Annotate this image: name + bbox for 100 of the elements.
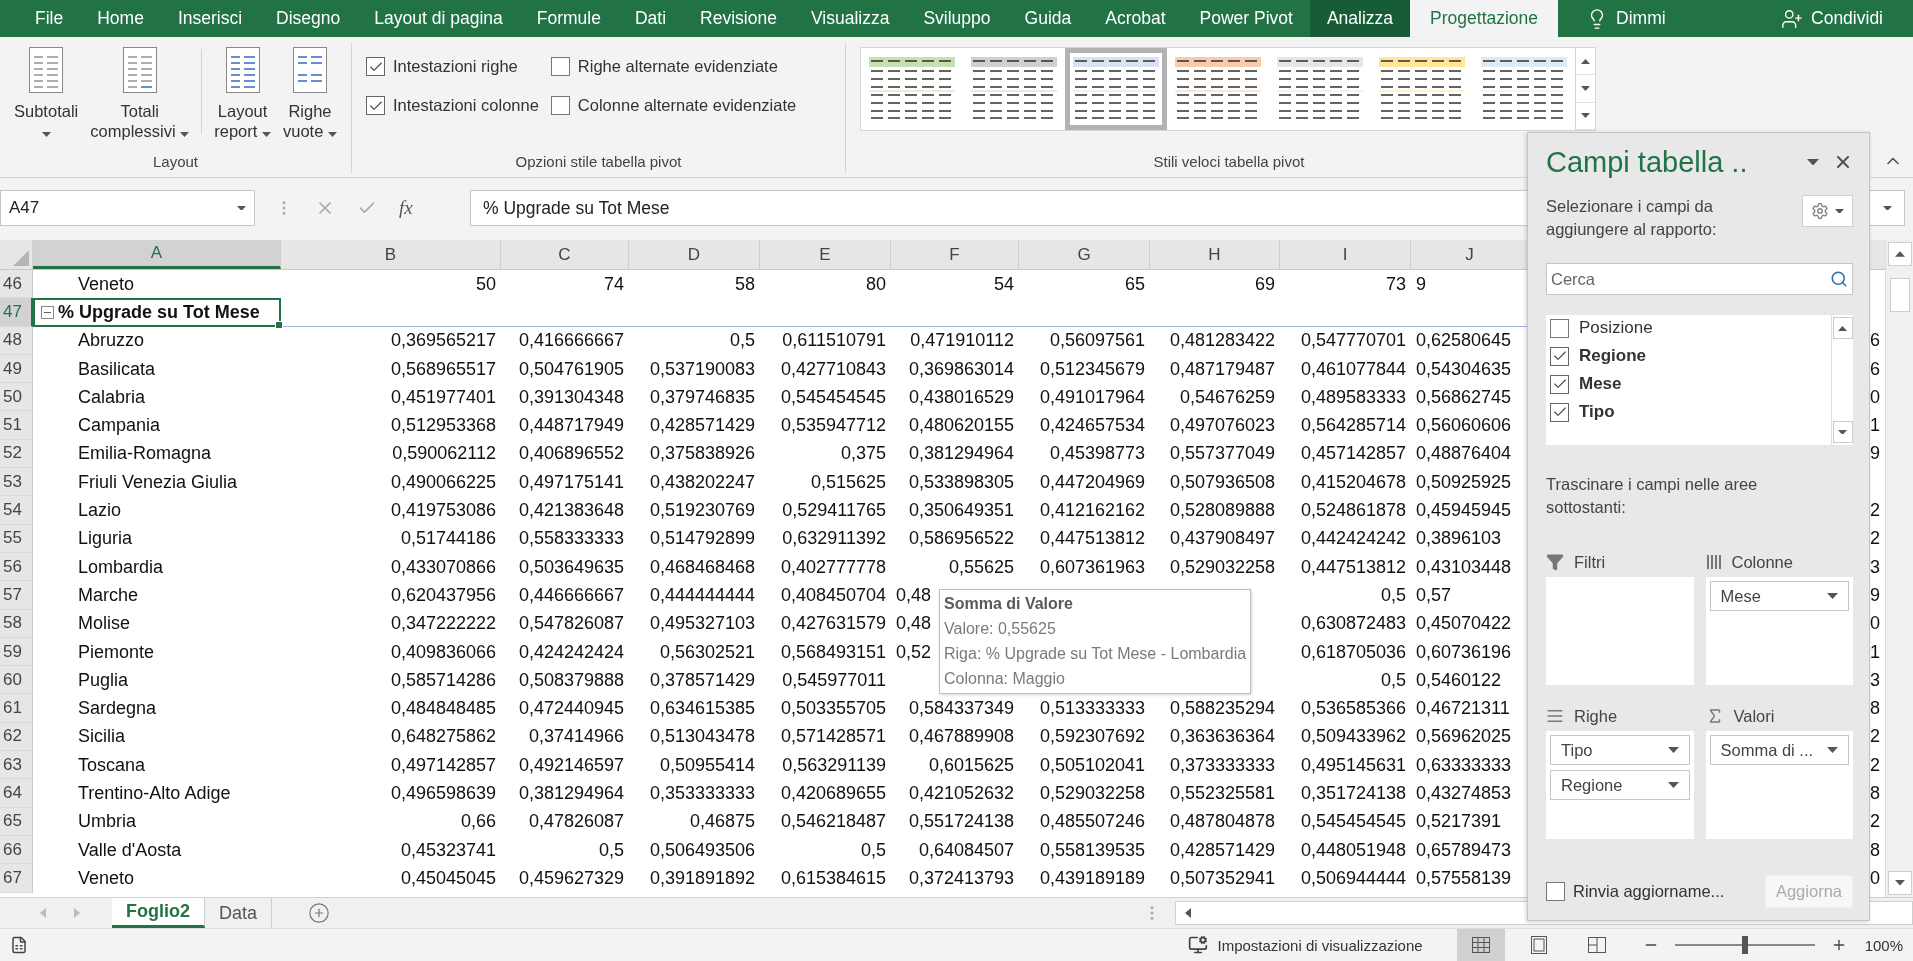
scroll-up-button[interactable]: [1832, 317, 1853, 339]
style-thumbnail[interactable]: [1065, 48, 1167, 130]
scroll-thumb[interactable]: [1889, 278, 1910, 312]
scroll-down-button[interactable]: [1832, 421, 1853, 443]
insert-function-button[interactable]: fx: [399, 197, 413, 219]
share-button[interactable]: Condividi: [1764, 0, 1913, 37]
row-number[interactable]: 66: [0, 835, 33, 865]
field-chip[interactable]: Regione: [1550, 770, 1690, 800]
ribbon-tab[interactable]: Guida: [1007, 0, 1089, 37]
table-cell-text: 0,512953368: [389, 414, 497, 438]
row-number[interactable]: 59: [0, 637, 33, 667]
checkbox[interactable]: [550, 96, 570, 115]
table-cell-text: 0,5: [728, 329, 756, 353]
ribbon-tab[interactable]: Sviluppo: [906, 0, 1008, 37]
table-cell-text: 0,648275862: [389, 725, 497, 749]
display-settings-link[interactable]: Impostazioni di visualizzazione: [1217, 936, 1423, 954]
table-cell-text: 0,408450704: [779, 583, 887, 607]
ribbon-tab[interactable]: Inserisci: [160, 0, 260, 37]
zoom-level[interactable]: 100%: [1864, 936, 1903, 954]
zoom-thumb[interactable]: [1741, 936, 1748, 954]
row-number[interactable]: 55: [0, 524, 33, 553]
row-number[interactable]: 52: [0, 439, 33, 469]
checkbox[interactable]: [366, 57, 385, 76]
field-chip[interactable]: Tipo: [1550, 735, 1690, 765]
display-settings-icon[interactable]: [1187, 935, 1208, 955]
caret-icon: [1667, 781, 1679, 788]
checkbox[interactable]: [1550, 346, 1569, 366]
ribbon-button[interactable]: Subtotali: [10, 43, 83, 141]
scroll-up-button[interactable]: [1887, 242, 1912, 266]
collapse-icon[interactable]: [41, 305, 54, 319]
row-number[interactable]: 51: [0, 411, 33, 440]
table-cell-text: 0,568965517: [389, 357, 497, 381]
table-cell-text: 0,54676259: [1178, 385, 1276, 409]
field-chip[interactable]: Somma di ...: [1709, 735, 1849, 765]
ribbon-tab[interactable]: Home: [80, 0, 161, 37]
field-chip[interactable]: Mese: [1709, 581, 1849, 611]
ribbon-tab[interactable]: Progettazione: [1410, 0, 1559, 37]
drop-area[interactable]: Mese: [1705, 577, 1853, 685]
name-box[interactable]: A47: [0, 190, 255, 226]
row-number[interactable]: 54: [0, 496, 33, 525]
table-cell-text: 0,533898305: [907, 470, 1015, 494]
sheet-tab[interactable]: Foglio2: [112, 898, 205, 928]
drop-area[interactable]: Somma di ...: [1705, 731, 1853, 839]
ribbon-button[interactable]: Totali complessivi: [86, 43, 194, 141]
ribbon-tab[interactable]: Acrobat: [1088, 0, 1183, 37]
row-number[interactable]: 47: [0, 298, 33, 327]
checkbox[interactable]: [1546, 882, 1565, 901]
row-number[interactable]: 58: [0, 609, 33, 638]
scroll-down-button[interactable]: [1887, 871, 1912, 895]
instruction-text: Trascinare i campi nelle aree sottostanti:: [1546, 474, 1759, 518]
table-cell-text: 0,495145631: [1299, 753, 1407, 777]
row-number[interactable]: 65: [0, 807, 33, 836]
checkbox[interactable]: [1550, 318, 1569, 338]
row-number[interactable]: 53: [0, 468, 33, 497]
table-style-icon: [1277, 57, 1363, 121]
ribbon-tab[interactable]: Formule: [519, 0, 618, 37]
ribbon-tab[interactable]: File: [18, 0, 81, 37]
drop-area[interactable]: Tipo Regione: [1546, 731, 1694, 839]
column-header[interactable]: A: [33, 240, 281, 269]
ribbon-tab[interactable]: Power Pivot: [1182, 0, 1310, 37]
ribbon-tab[interactable]: Visualizza: [793, 0, 907, 37]
row-number[interactable]: 63: [0, 751, 33, 780]
table-cell-text: 0,409836066: [389, 640, 497, 664]
row-number[interactable]: 57: [0, 581, 33, 610]
checkbox[interactable]: [550, 57, 570, 76]
ribbon-button[interactable]: Righe vuote: [279, 43, 341, 141]
view-button[interactable]: [1456, 929, 1505, 961]
row-number[interactable]: 61: [0, 694, 33, 723]
row-number[interactable]: 49: [0, 354, 33, 384]
ribbon-button[interactable]: Layout report: [210, 43, 275, 141]
row-label: Valle d'Aosta: [77, 838, 183, 862]
ribbon-tab[interactable]: Disegno: [259, 0, 358, 37]
table-cell-text: 0,484848485: [389, 697, 497, 721]
tell-me-button[interactable]: Dimmi: [1558, 0, 1683, 37]
checkbox[interactable]: [366, 96, 385, 115]
table-cell-text: 0,444444444: [648, 583, 756, 607]
row-number[interactable]: 56: [0, 552, 33, 582]
settings-button[interactable]: [1802, 195, 1853, 227]
table-cell-text: 0,52: [895, 640, 933, 664]
ribbon-tab[interactable]: Layout di pagina: [357, 0, 520, 37]
table-cell-text: 0,65789473: [1415, 838, 1513, 862]
row-number[interactable]: 50: [0, 383, 33, 412]
row-number[interactable]: 67: [0, 864, 33, 893]
row-number[interactable]: 62: [0, 722, 33, 752]
row-number[interactable]: 60: [0, 666, 33, 695]
checkbox[interactable]: [1550, 374, 1569, 394]
row-number[interactable]: 48: [0, 326, 33, 355]
table-cell-text: 0,43103448: [1415, 555, 1513, 579]
row-number[interactable]: 46: [0, 270, 33, 299]
caret-icon: [1883, 205, 1892, 211]
row-number[interactable]: 64: [0, 779, 33, 808]
add-sheet-icon[interactable]: [308, 902, 331, 924]
table-cell-text: 0,545454545: [1299, 810, 1407, 834]
ribbon-tab[interactable]: Revisione: [683, 0, 794, 37]
table-cell-text: 0,485507246: [1038, 810, 1146, 834]
checkbox[interactable]: [1550, 402, 1569, 422]
ribbon-tab[interactable]: Analizza: [1309, 0, 1411, 37]
ribbon-tab[interactable]: Dati: [617, 0, 684, 37]
scroll-left-icon[interactable]: [1184, 908, 1192, 918]
table-cell-text: 0,519230769: [648, 499, 756, 522]
